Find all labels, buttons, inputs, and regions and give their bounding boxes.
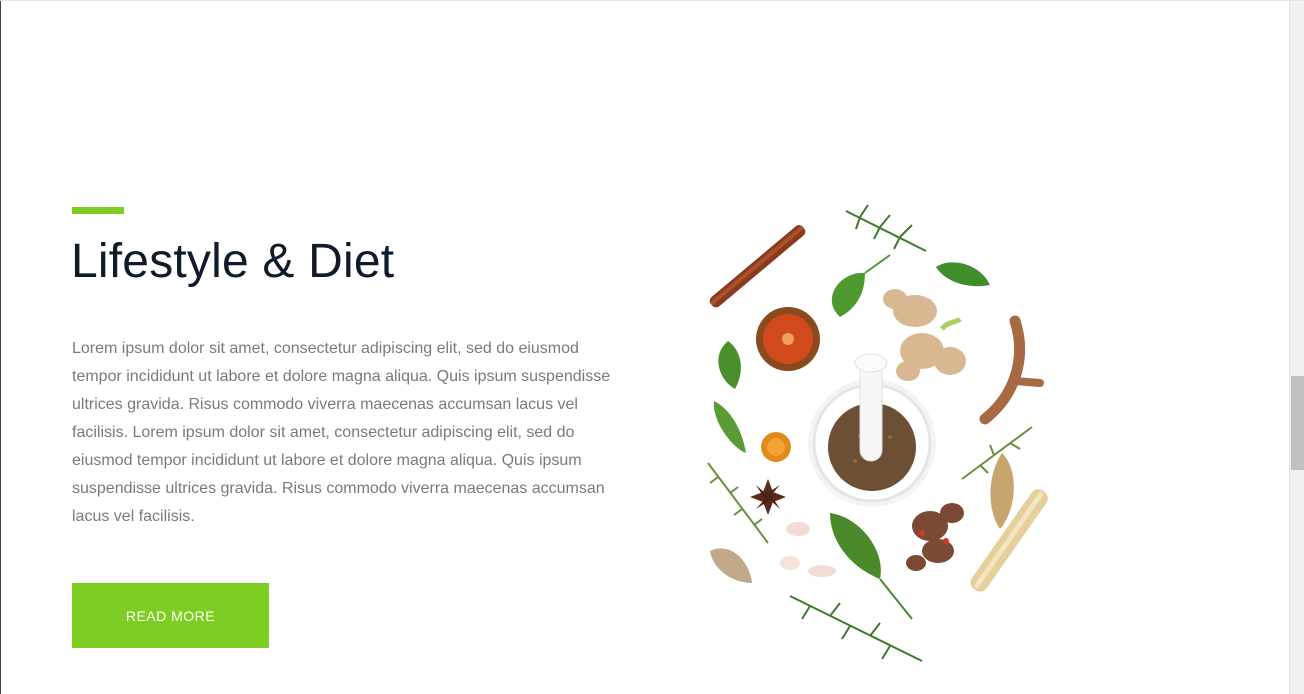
- herbs-spices-mortar-icon: [707, 204, 1048, 662]
- vertical-scrollbar[interactable]: [1289, 1, 1304, 694]
- scrollbar-thumb[interactable]: [1291, 376, 1304, 470]
- read-more-button[interactable]: READ MORE: [72, 583, 269, 648]
- window-edge: [0, 1, 1, 694]
- section-title: Lifestyle & Diet: [71, 235, 395, 288]
- section-body-text: Lorem ipsum dolor sit amet, consectetur …: [72, 340, 611, 525]
- title-accent-bar: [72, 207, 124, 214]
- page: Lifestyle & Diet Lorem ipsum dolor sit a…: [0, 0, 1304, 694]
